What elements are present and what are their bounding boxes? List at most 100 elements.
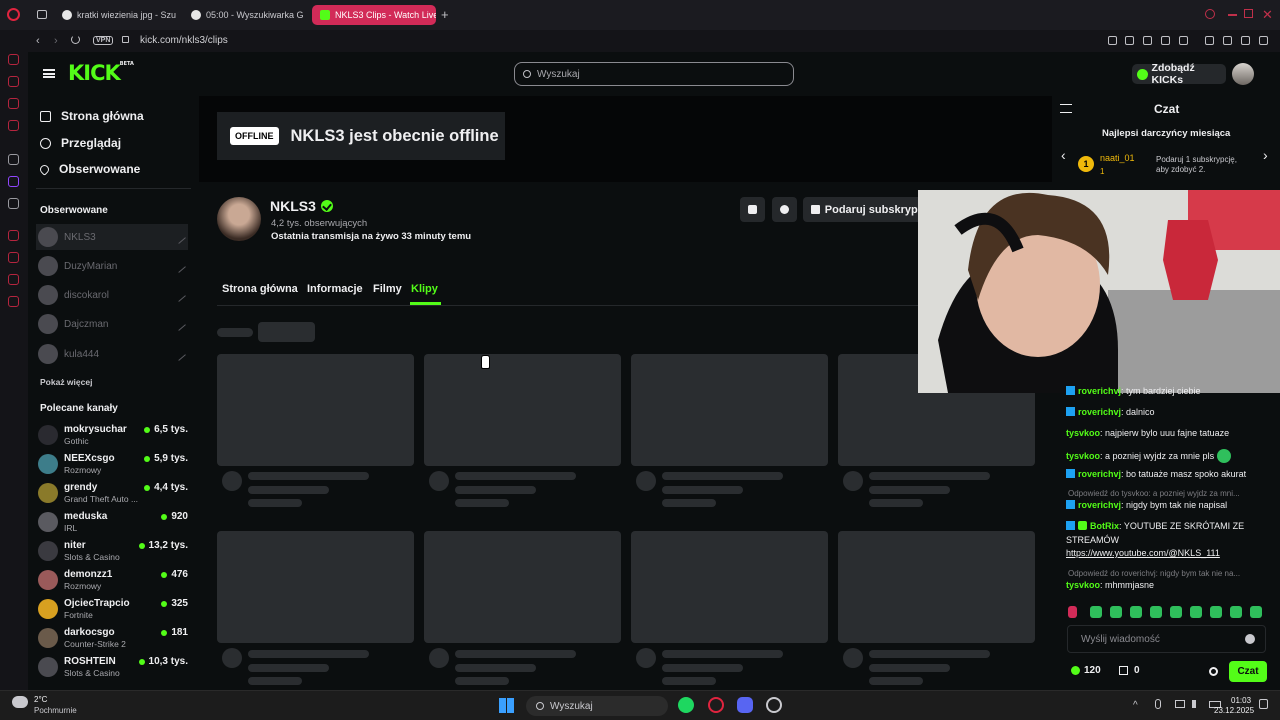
back-icon[interactable]: ‹ — [36, 35, 40, 47]
followed-channel[interactable]: kula444 — [36, 341, 188, 367]
recommended-channel[interactable]: niter Slots & Casino 13,2 tys. — [38, 538, 188, 566]
sidebar-messenger-icon[interactable] — [8, 98, 19, 109]
recommended-channel[interactable]: ROSHTEIN Slots & Casino 10,3 tys. — [38, 654, 188, 682]
show-more-link[interactable]: Pokaż więcej — [40, 377, 92, 387]
tray-chevron-icon[interactable]: ^ — [1133, 700, 1138, 711]
gifter-name[interactable]: naati_01 — [1100, 153, 1135, 163]
emote-icon[interactable] — [1130, 606, 1142, 618]
browser-tab[interactable]: 05:00 - Wyszukiwarka G — [183, 5, 305, 25]
get-kicks-button[interactable]: Zdobądź KICKs — [1132, 62, 1226, 86]
microphone-icon[interactable] — [1155, 699, 1161, 709]
followed-channel[interactable]: discokarol — [36, 282, 188, 308]
chat-reply-context[interactable]: Odpowiedź do tysvkoo: a pozniej wyjdz za… — [1068, 489, 1240, 498]
notification-bell-button[interactable] — [740, 197, 765, 222]
chat-username[interactable]: tysvkoo — [1066, 580, 1100, 590]
recommended-channel[interactable]: grendy Grand Theft Auto ... 4,4 tys. — [38, 480, 188, 508]
emote-icon[interactable] — [1230, 606, 1242, 618]
gifters-next-icon[interactable]: › — [1263, 147, 1268, 163]
search-input[interactable]: Wyszukaj — [514, 62, 794, 86]
chat-message-input[interactable]: Wyślij wiadomość — [1067, 625, 1266, 653]
emote-icon[interactable] — [1210, 606, 1222, 618]
new-tab-button[interactable]: + — [441, 7, 449, 22]
sidebar-x-icon[interactable] — [8, 198, 19, 209]
nav-browse[interactable]: Przeglądaj — [40, 136, 121, 150]
emote-icon[interactable] — [1170, 606, 1182, 618]
extensions-icon[interactable] — [1205, 36, 1214, 45]
sidebar-aria-icon[interactable] — [8, 54, 19, 65]
tab-about[interactable]: Informacje — [307, 283, 363, 295]
shield-icon[interactable] — [1143, 36, 1152, 45]
nav-following[interactable]: Obserwowane — [38, 162, 140, 176]
url-field[interactable]: kick.com/nkls3/clips — [140, 35, 228, 46]
pin-icon[interactable] — [1108, 36, 1117, 45]
minimize-button[interactable] — [1228, 14, 1237, 16]
browser-menu-icon[interactable] — [1259, 36, 1268, 45]
tab-menu-icon[interactable] — [37, 10, 47, 19]
emote-icon[interactable] — [1150, 606, 1162, 618]
browser-tab[interactable]: kratki wiezienia jpg - Szuk — [54, 5, 176, 25]
opera-logo-icon[interactable] — [7, 8, 20, 21]
emote-icon[interactable] — [1090, 606, 1102, 618]
sidebar-whatsapp-icon[interactable] — [8, 120, 19, 131]
screenshot-icon[interactable] — [1125, 36, 1134, 45]
gift-subscription-button[interactable]: Podaruj subskrypcję — [803, 197, 933, 222]
clock-time[interactable]: 01:03 — [1231, 696, 1251, 705]
browser-tab-active[interactable]: NKLS3 Clips - Watch Live — [312, 5, 436, 25]
followed-channel[interactable]: Dajczman — [36, 311, 188, 337]
steam-icon[interactable] — [766, 697, 782, 713]
chat-settings-icon[interactable] — [1209, 667, 1218, 676]
channel-points[interactable]: 120 — [1071, 665, 1101, 676]
sidebar-history-icon[interactable] — [8, 230, 19, 241]
volume-icon[interactable] — [1192, 700, 1200, 708]
followed-channel[interactable]: NKLS3 — [36, 224, 188, 250]
chat-username[interactable]: roverichvj — [1078, 500, 1121, 510]
chat-username[interactable]: roverichvj — [1078, 386, 1121, 396]
download-icon[interactable] — [1241, 36, 1250, 45]
weather-icon[interactable] — [12, 696, 28, 708]
chat-reply-context[interactable]: Odpowiedź do roverichvj: nigdy bym tak n… — [1068, 569, 1240, 578]
start-button[interactable] — [499, 698, 514, 713]
opera-taskbar-icon[interactable] — [708, 697, 724, 713]
emote-icon[interactable] — [1190, 606, 1202, 618]
recommended-channel[interactable]: NEEXcsgo Rozmowy 5,9 tys. — [38, 451, 188, 479]
nav-home[interactable]: Strona główna — [40, 109, 144, 123]
sidebar-kick-icon[interactable] — [8, 154, 19, 165]
chat-username[interactable]: roverichvj — [1078, 407, 1121, 417]
taskbar-search[interactable]: Wyszukaj — [526, 696, 668, 716]
tab-videos[interactable]: Filmy — [373, 283, 402, 295]
sidebar-twitch-icon[interactable] — [8, 176, 19, 187]
emoji-picker-icon[interactable] — [1245, 634, 1255, 644]
recommended-channel[interactable]: OjciecTrapcio Fortnite 325 — [38, 596, 188, 624]
chat-username[interactable]: BotRix — [1090, 521, 1119, 531]
sidebar-settings-icon[interactable] — [8, 296, 19, 307]
tab-home[interactable]: Strona główna — [222, 283, 298, 295]
forward-icon[interactable]: › — [54, 35, 58, 47]
discord-icon[interactable] — [737, 697, 753, 713]
clock-date[interactable]: 23.12.2025 — [1214, 706, 1254, 715]
vpn-badge[interactable]: VPN — [93, 36, 114, 45]
user-avatar[interactable] — [1232, 63, 1254, 85]
play-icon[interactable] — [1161, 36, 1170, 45]
sidebar-bookmarks-icon[interactable] — [8, 252, 19, 263]
emote-icon[interactable] — [1110, 606, 1122, 618]
search-tabs-icon[interactable] — [1205, 9, 1215, 19]
network-icon[interactable] — [1175, 700, 1185, 708]
maximize-button[interactable] — [1244, 9, 1253, 18]
kick-logo[interactable]: KICKBETA — [68, 61, 134, 85]
chat-username[interactable]: tysvkoo — [1066, 451, 1100, 461]
notifications-icon[interactable] — [1259, 699, 1268, 709]
tab-clips[interactable]: Klipy — [411, 283, 438, 295]
collapse-chat-icon[interactable] — [1060, 104, 1072, 113]
recommended-channel[interactable]: mokrysuchar Gothic 6,5 tys. — [38, 422, 188, 450]
channel-avatar[interactable] — [217, 197, 261, 241]
chat-link[interactable]: https://www.youtube.com/@NKLS_111 — [1066, 548, 1220, 558]
followed-channel[interactable]: DuzyMarian — [36, 253, 188, 279]
chat-username[interactable]: roverichvj — [1078, 469, 1121, 479]
chat-send-button[interactable]: Czat — [1229, 661, 1267, 682]
gift-count[interactable]: 0 — [1119, 665, 1140, 676]
spotify-icon[interactable] — [678, 697, 694, 713]
close-window-button[interactable]: ✕ — [1262, 7, 1273, 23]
emote-icon[interactable] — [1068, 606, 1077, 618]
chat-username[interactable]: tysvkoo — [1066, 428, 1100, 438]
recommended-channel[interactable]: meduska IRL 920 — [38, 509, 188, 537]
